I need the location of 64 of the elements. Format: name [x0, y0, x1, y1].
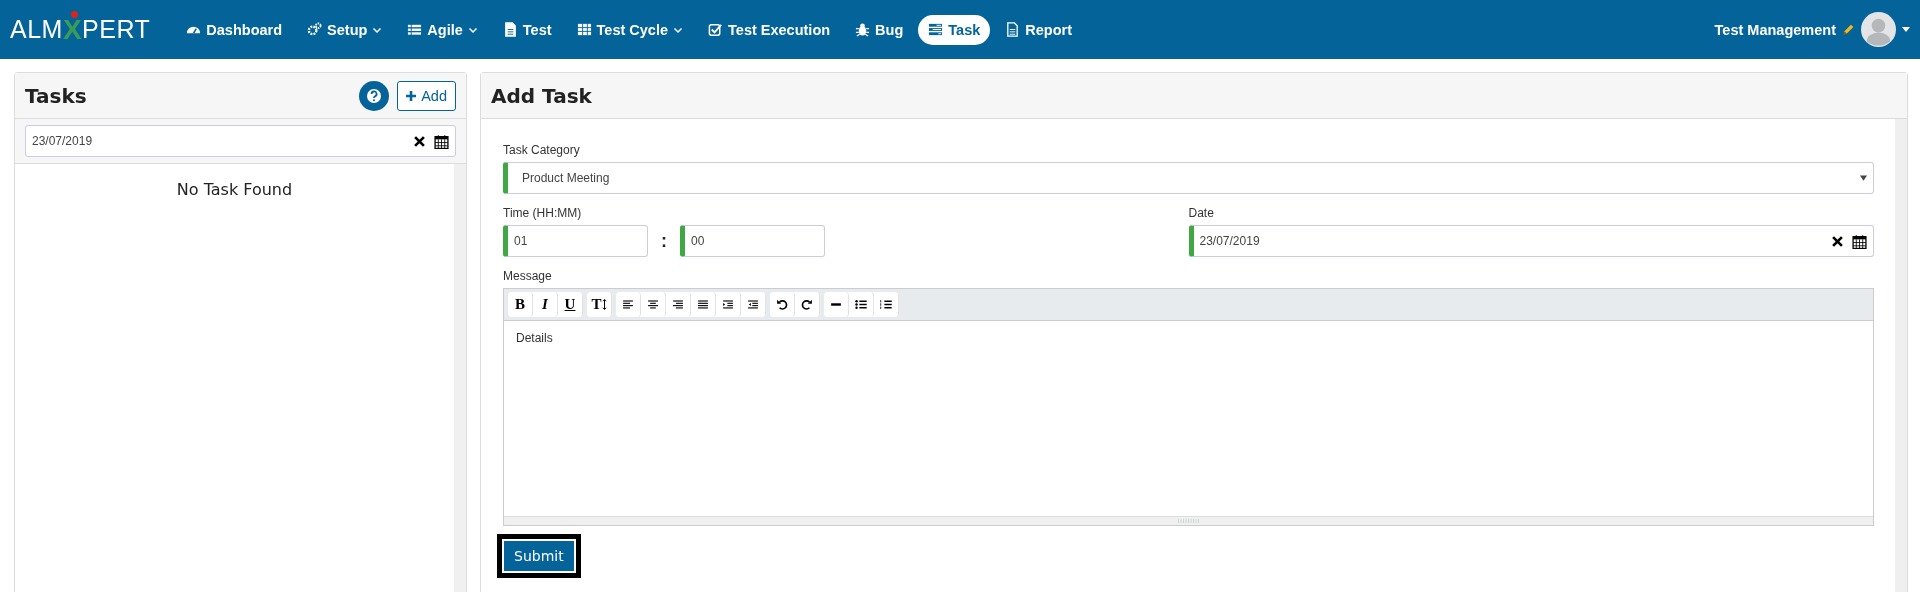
align-left-button[interactable]	[616, 292, 641, 317]
user-name[interactable]: Test Management	[1714, 21, 1836, 38]
panel-title: Tasks	[25, 83, 87, 108]
empty-message: No Task Found	[175, 180, 294, 199]
undo-button[interactable]	[770, 292, 795, 317]
date-filter-field[interactable]: 23/07/2019	[25, 125, 456, 157]
time-separator: :	[660, 230, 668, 252]
panel-title: Add Task	[491, 83, 592, 108]
scrollbar[interactable]	[1895, 119, 1907, 592]
undo-icon	[775, 298, 789, 311]
calendar-icon[interactable]	[1852, 233, 1867, 249]
task-category-select[interactable]: Product Meeting	[503, 162, 1874, 194]
hours-field[interactable]: 01	[503, 225, 648, 257]
minutes-field[interactable]: 00	[680, 225, 825, 257]
dropdown-arrow-icon	[1860, 175, 1867, 181]
outdent-icon	[746, 298, 760, 311]
arrows-icon	[601, 298, 607, 311]
align-right-icon	[671, 298, 685, 311]
field-label: Task Category	[503, 143, 581, 157]
nav-item[interactable]: Setup	[297, 14, 393, 45]
plus-icon	[406, 90, 417, 101]
list-icon	[407, 22, 423, 37]
help-icon[interactable]	[359, 80, 390, 111]
align-center-icon	[646, 298, 660, 311]
pencil-icon[interactable]	[1842, 23, 1855, 36]
tasks-icon	[928, 22, 944, 37]
brand-logo[interactable]: ALMXPERT	[10, 13, 151, 46]
bullet-list-icon	[854, 298, 868, 311]
cogs-icon	[307, 22, 323, 37]
nav-item[interactable]: Report	[995, 14, 1082, 45]
clear-icon[interactable]	[414, 135, 425, 147]
caret-down-icon[interactable]	[1902, 27, 1910, 32]
add-button[interactable]: Add	[397, 80, 456, 111]
align-left-icon	[621, 298, 635, 311]
avatar-icon[interactable]	[1861, 12, 1896, 47]
numbered-list-icon	[879, 298, 893, 311]
justify-icon	[696, 298, 710, 311]
field-label: Message	[503, 269, 553, 283]
field-label: Time (HH:MM)	[503, 206, 583, 220]
fontsize-button[interactable]: T	[587, 292, 612, 317]
date-field[interactable]: 23/07/2019	[1188, 225, 1874, 257]
resize-handle[interactable]	[504, 516, 1873, 525]
bold-button[interactable]: B	[508, 292, 533, 317]
nav-item[interactable]: Bug	[845, 14, 914, 45]
indent-icon	[721, 298, 735, 311]
message-editor[interactable]: Details	[504, 321, 1873, 516]
redo-icon	[800, 298, 814, 311]
field-label: Date	[1188, 206, 1215, 220]
nav-item[interactable]: Test Execution	[698, 14, 841, 45]
submit-button[interactable]: Submit	[497, 534, 581, 578]
nav-item[interactable]: Test Cycle	[566, 14, 694, 45]
clear-icon[interactable]	[1832, 235, 1843, 247]
nav-item[interactable]: Task	[918, 14, 991, 45]
calendar-icon[interactable]	[434, 133, 449, 149]
rule-button[interactable]	[824, 292, 849, 317]
nav-item[interactable]: Dashboard	[176, 14, 293, 45]
check-icon	[708, 22, 724, 37]
bug-icon	[855, 22, 871, 37]
nav-item[interactable]: Agile	[397, 14, 488, 45]
report-icon	[1005, 22, 1021, 37]
file-icon	[502, 22, 518, 37]
table-icon	[576, 22, 592, 37]
scrollbar[interactable]	[454, 164, 466, 592]
nav-item[interactable]: Test	[492, 14, 562, 45]
